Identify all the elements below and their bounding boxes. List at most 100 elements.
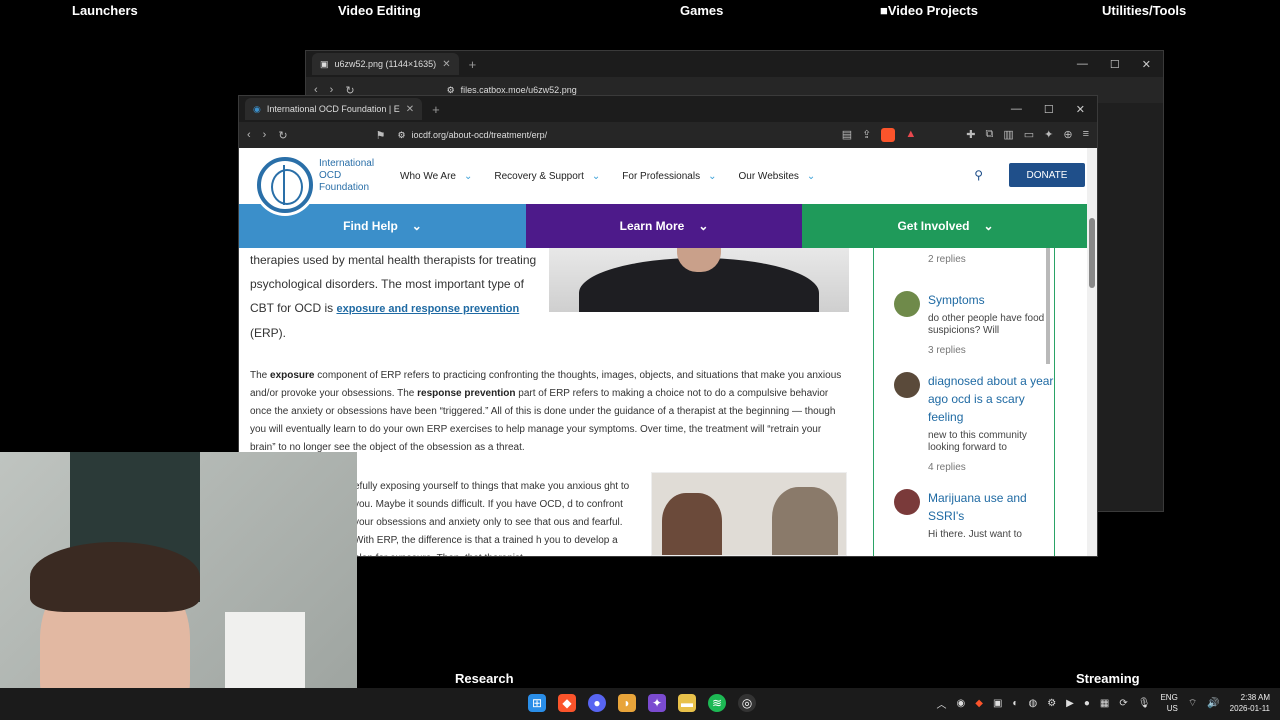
therapy-session-photo	[651, 472, 847, 556]
discord-icon[interactable]: ●	[588, 694, 606, 712]
minimize-icon[interactable]: —	[1011, 103, 1022, 116]
reload-icon[interactable]: ↻	[278, 129, 287, 142]
page-scrollbar[interactable]	[1087, 148, 1097, 556]
clock-date: 2026-01-11	[1229, 704, 1270, 713]
obs-icon[interactable]: ◎	[738, 694, 756, 712]
desktop-label-streaming[interactable]: Streaming	[1076, 671, 1140, 686]
app-tray-icon[interactable]: ◐	[1012, 698, 1018, 709]
new-tab-icon[interactable]: +	[469, 57, 477, 72]
sidebar-scrollbar[interactable]	[1046, 248, 1050, 364]
forum-post[interactable]: diagnosed about a year ago ocd is a scar…	[894, 372, 1054, 473]
nav-recovery-support[interactable]: Recovery & Support ⌄	[494, 171, 600, 182]
app-tray-icon[interactable]: ▣	[993, 698, 1002, 709]
forum-post[interactable]: Marijuana use and SSRI's Hi there. Just w…	[894, 489, 1054, 541]
donate-button[interactable]: DONATE	[1009, 163, 1085, 187]
learn-more-band[interactable]: Learn More ⌄	[526, 204, 802, 248]
close-window-icon[interactable]: ✕	[1142, 58, 1151, 71]
para-text: The	[250, 370, 271, 381]
intro-paragraph: therapies used by mental health therapis…	[250, 248, 542, 345]
chevron-up-icon[interactable]: ︿	[937, 696, 947, 711]
maximize-icon[interactable]: ☐	[1110, 58, 1120, 71]
app-tray-icon[interactable]: ▦	[1100, 698, 1109, 709]
desktop-label-video-projects[interactable]: ■Video Projects	[880, 3, 978, 18]
brave-tray-icon[interactable]: ◆	[975, 698, 983, 709]
webcam-overlay	[0, 452, 357, 720]
forward-icon[interactable]: ›	[263, 129, 267, 141]
brave-shield-icon[interactable]	[881, 128, 896, 142]
app-icon[interactable]: ✦	[648, 694, 666, 712]
site-info-icon[interactable]: ⚙	[397, 130, 405, 141]
menu-icon[interactable]: ≡	[1083, 128, 1089, 142]
logo-line: OCD	[319, 170, 342, 181]
desktop-label-video-editing[interactable]: Video Editing	[338, 3, 421, 18]
language-indicator[interactable]: ENG US	[1160, 692, 1177, 714]
nav-for-professionals[interactable]: For Professionals ⌄	[622, 171, 716, 182]
microphone-icon[interactable]: 🎙	[1138, 698, 1151, 709]
section-bands: Find Help ⌄ Learn More ⌄ Get Involved ⌄	[239, 204, 1097, 248]
globe-icon: ◉	[253, 103, 261, 114]
steam-icon[interactable]: ◉	[957, 698, 966, 709]
close-tab-icon[interactable]: ✕	[406, 104, 414, 115]
system-clock[interactable]: 2:38 AM 2026-01-11	[1230, 692, 1270, 714]
front-browser-window[interactable]: ◉ International OCD Foundation | E ✕ + —…	[238, 95, 1098, 557]
bookmark-icon[interactable]: ⚑	[376, 129, 386, 142]
para-bold: response prevention	[417, 388, 516, 399]
desktop-label-research[interactable]: Research	[455, 671, 514, 686]
site-info-icon[interactable]: ⚙	[447, 85, 455, 96]
app-tray-icon[interactable]: ⟳	[1119, 698, 1127, 709]
reply-count: 4 replies	[928, 462, 966, 473]
desktop-label-games[interactable]: Games	[680, 3, 723, 18]
erp-link[interactable]: exposure and response prevention	[336, 303, 519, 315]
app-tray-icon[interactable]: ⚙	[1047, 698, 1056, 709]
scrollbar-thumb[interactable]	[1089, 218, 1095, 288]
wifi-icon[interactable]: ⌔	[1188, 697, 1197, 710]
post-title[interactable]: diagnosed about a year ago ocd is a scar…	[928, 372, 1054, 426]
sidebar-icon[interactable]: ▥	[1003, 128, 1013, 142]
new-tab-icon[interactable]: +	[432, 102, 440, 117]
brave-icon[interactable]: ◆	[558, 694, 576, 712]
logo-line: International	[319, 158, 375, 169]
desktop-label-text: Video Projects	[887, 3, 978, 18]
front-address-bar[interactable]: iocdf.org/about-ocd/treatment/erp/	[412, 130, 548, 140]
back-icon[interactable]: ‹	[247, 129, 251, 141]
forum-post[interactable]: Symptoms do other people have food suspic…	[894, 291, 1054, 356]
ai-icon[interactable]: ✦	[1044, 128, 1053, 142]
avatar	[894, 291, 920, 317]
app-tray-icon[interactable]: ◍	[1028, 698, 1037, 709]
extensions-icon[interactable]: ✚	[966, 128, 975, 142]
front-tab-title: International OCD Foundation | E	[266, 104, 400, 114]
iocdf-logo-icon[interactable]	[257, 157, 313, 213]
reader-icon[interactable]: ▤	[842, 128, 852, 142]
share-icon[interactable]: ⇪	[862, 128, 871, 142]
vpn-icon[interactable]: ⊕	[1063, 128, 1072, 142]
maximize-icon[interactable]: ☐	[1044, 103, 1054, 116]
logo-text[interactable]: International OCD Foundation	[319, 158, 374, 194]
rewards-icon[interactable]: ▲	[905, 128, 916, 142]
app-icon[interactable]: ◗	[618, 694, 636, 712]
app-tray-icon[interactable]: ●	[1084, 698, 1090, 709]
minimize-icon[interactable]: —	[1077, 58, 1088, 71]
close-window-icon[interactable]: ✕	[1076, 103, 1085, 116]
front-browser-tab[interactable]: ◉ International OCD Foundation | E ✕	[245, 98, 423, 120]
app-tray-icon[interactable]: ▶	[1066, 698, 1074, 709]
web-page: International OCD Foundation Who We Are ⌄…	[239, 148, 1097, 556]
chevron-down-icon: ⌄	[411, 219, 422, 233]
search-icon[interactable]: ⚲	[974, 168, 983, 182]
screenshot-icon[interactable]: ⧉	[985, 128, 993, 142]
close-tab-icon[interactable]: ✕	[442, 59, 450, 70]
desktop-label-launchers[interactable]: Launchers	[72, 3, 138, 18]
clock-time: 2:38 AM	[1240, 693, 1270, 702]
post-title[interactable]: Symptoms	[928, 291, 1054, 309]
spotify-icon[interactable]: ≋	[708, 694, 726, 712]
desktop-label-utilities[interactable]: Utilities/Tools	[1102, 3, 1186, 18]
get-involved-band[interactable]: Get Involved ⌄	[802, 204, 1089, 248]
file-explorer-icon[interactable]: ▬	[678, 694, 696, 712]
nav-who-we-are[interactable]: Who We Are ⌄	[400, 171, 472, 182]
wallet-icon[interactable]: ▭	[1024, 128, 1034, 142]
back-address-bar[interactable]: files.catbox.moe/u6zw52.png	[461, 85, 577, 95]
nav-our-websites[interactable]: Our Websites ⌄	[738, 171, 815, 182]
post-title[interactable]: Marijuana use and SSRI's	[928, 489, 1054, 525]
volume-icon[interactable]: 🔊	[1207, 698, 1219, 709]
back-browser-tab[interactable]: ▣ u6zw52.png (1144×1635) ✕	[312, 53, 459, 75]
start-icon[interactable]: ⊞	[528, 694, 546, 712]
